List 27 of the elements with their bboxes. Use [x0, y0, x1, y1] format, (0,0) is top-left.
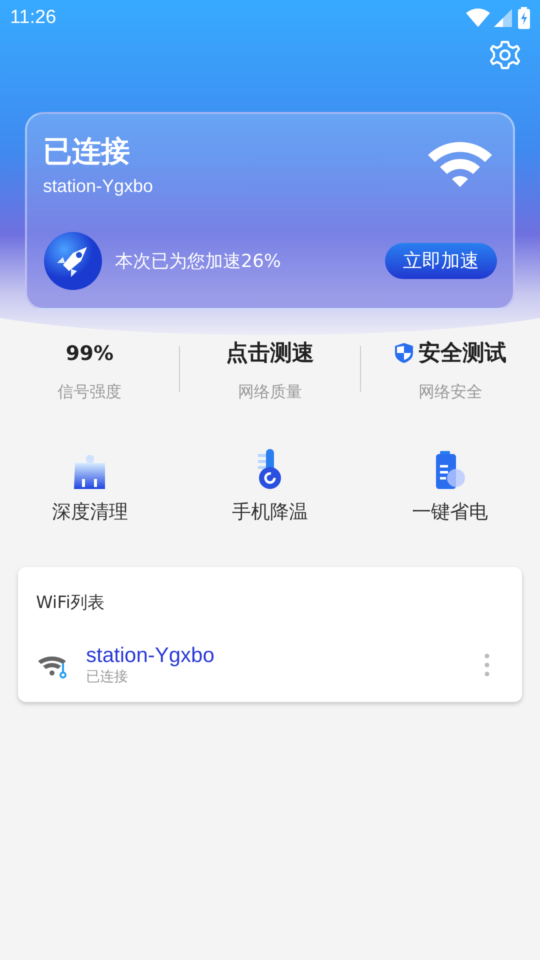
stat-label: 网络质量 [238, 382, 302, 403]
wifi-signal-icon [466, 8, 490, 28]
settings-icon[interactable] [490, 40, 520, 70]
stat-label: 信号强度 [58, 382, 122, 403]
battery-saver-icon [434, 451, 466, 489]
stat-value[interactable]: 99% [66, 341, 114, 365]
network-status: 已连接 [86, 668, 128, 686]
shield-icon [394, 342, 414, 364]
boost-button[interactable]: 立即加速 [385, 243, 497, 279]
thermometer-icon [256, 449, 284, 489]
tool-button[interactable]: 一键省电 [412, 499, 488, 525]
cell-signal-icon [494, 8, 514, 28]
list-title: WiFi列表 [36, 592, 104, 614]
network-name[interactable]: station-Ygxbo [86, 644, 214, 668]
stat-value[interactable]: 安全测试 [418, 338, 506, 368]
network-name: station-Ygxbo [43, 176, 154, 197]
stat-label: 网络安全 [418, 382, 482, 403]
tool-button[interactable]: 深度清理 [52, 499, 128, 525]
battery-icon [518, 7, 530, 29]
connection-status: 已连接 [43, 133, 131, 170]
boost-message: 本次已为您加速26% [115, 250, 282, 273]
stat-value[interactable]: 点击测速 [226, 338, 314, 368]
tool-button[interactable]: 手机降温 [232, 499, 308, 525]
more-icon[interactable] [484, 653, 490, 677]
status-time: 11:26 [10, 7, 56, 29]
rocket-icon [43, 231, 103, 291]
broom-icon [72, 453, 108, 489]
